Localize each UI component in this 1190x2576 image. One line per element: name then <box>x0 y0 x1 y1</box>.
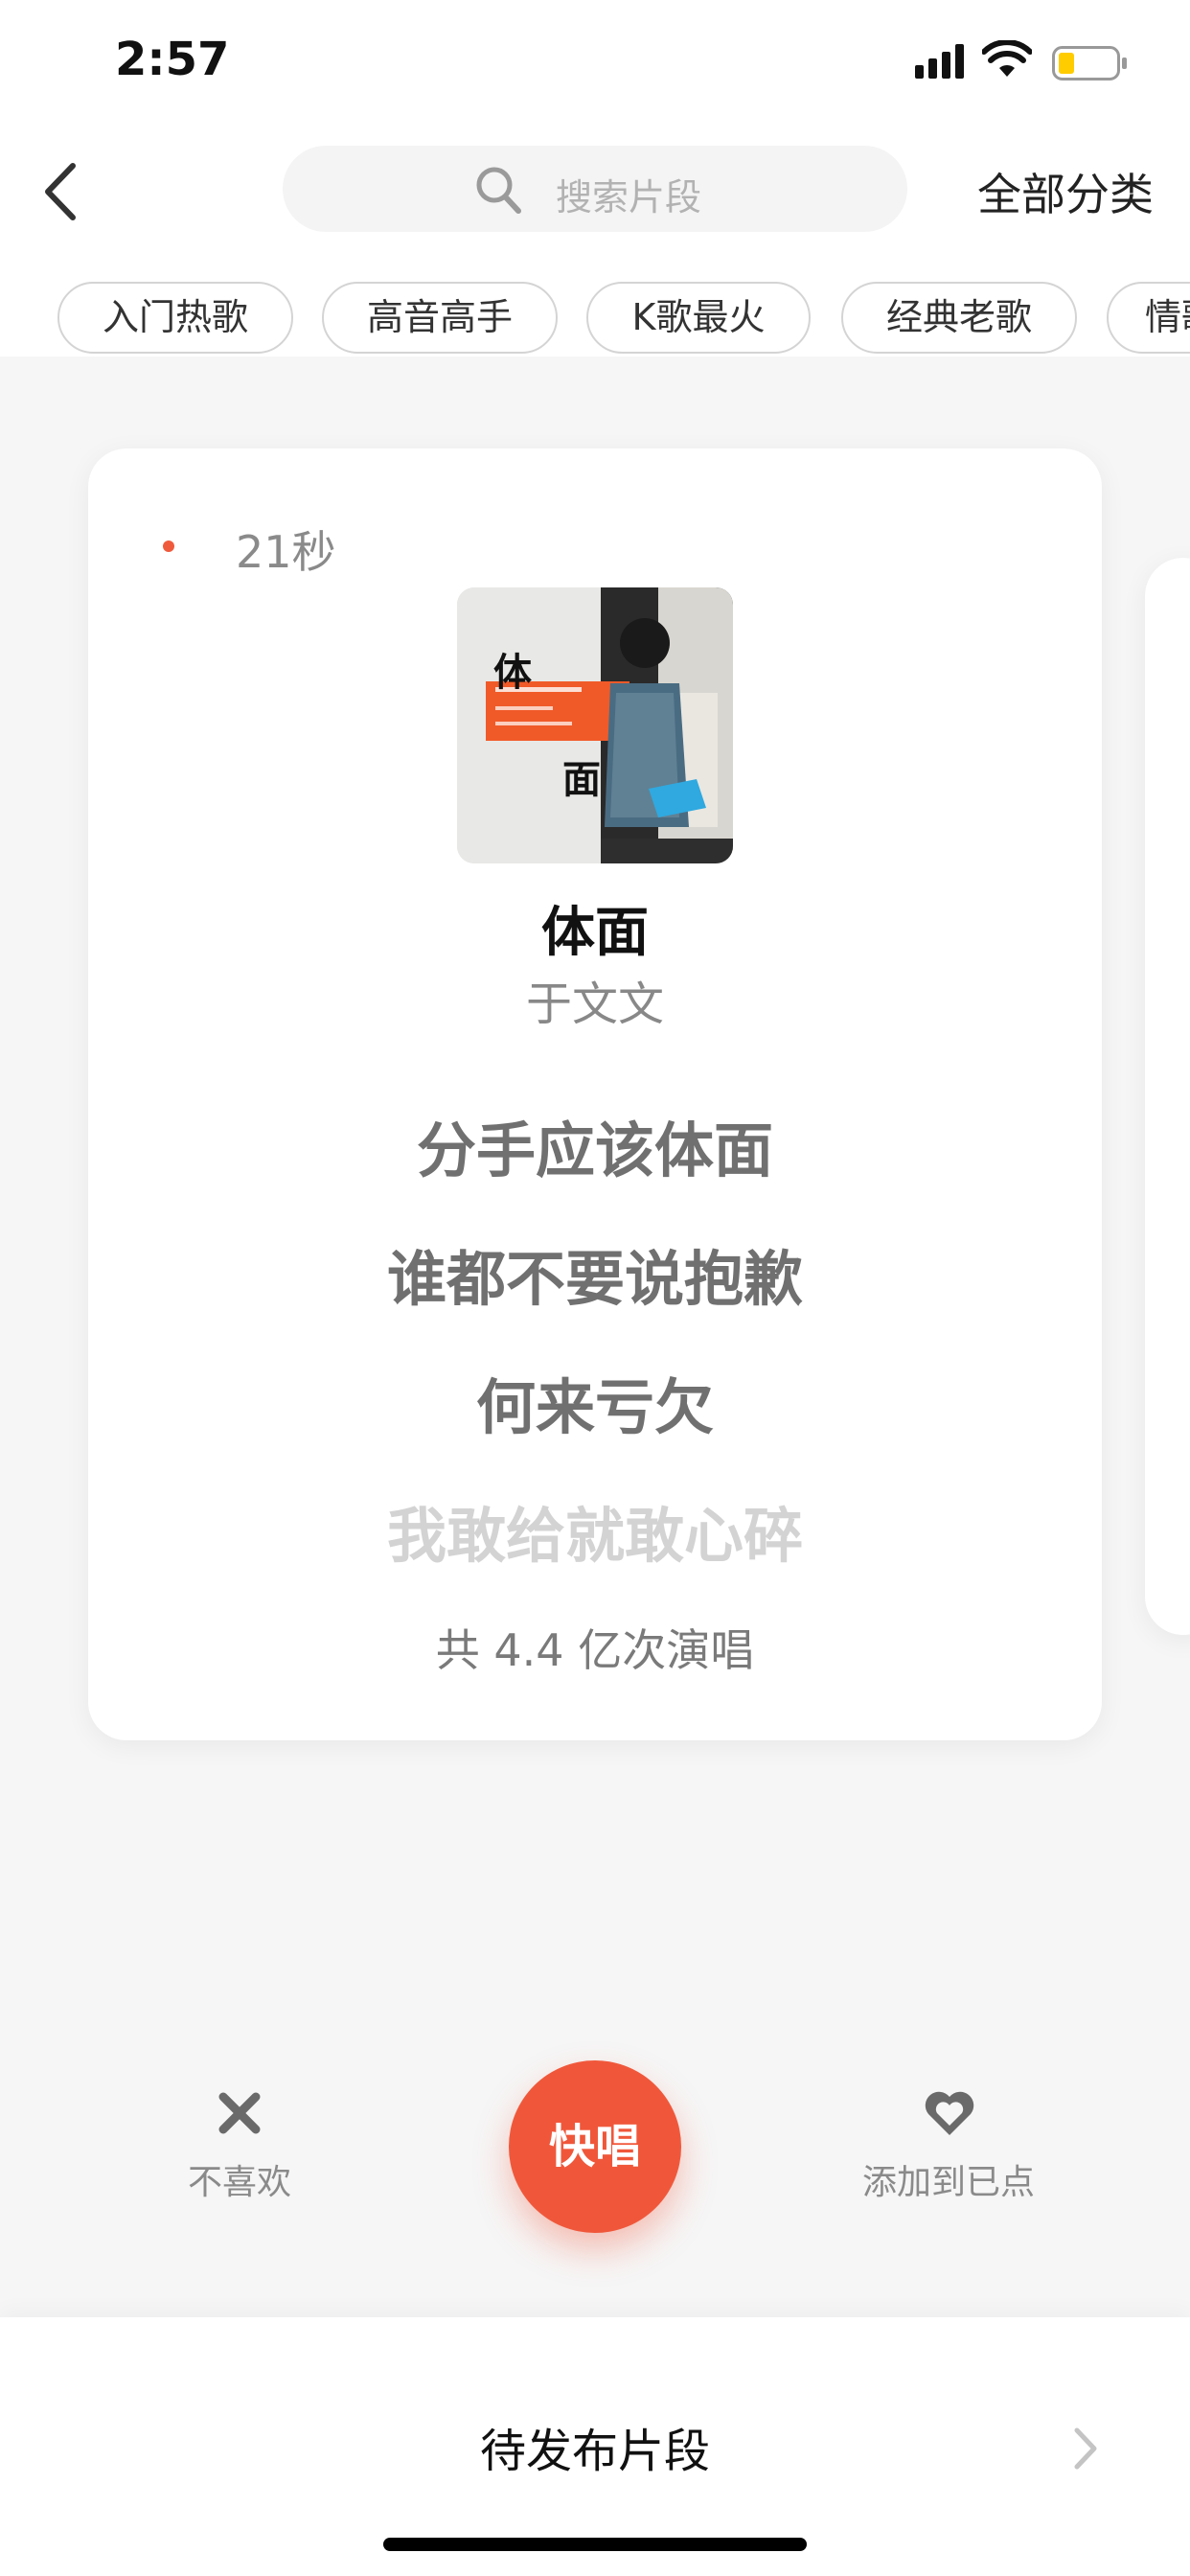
chip-item[interactable]: 情歌 <box>1107 282 1190 354</box>
song-card[interactable]: 21秒 体 面 体面 于文文 分手应该体面 谁都不要说抱歉 何来亏欠 我敢给就敢… <box>88 448 1102 1740</box>
top-nav: 搜索片段 全部分类 <box>0 129 1190 249</box>
search-placeholder: 搜索片段 <box>556 176 702 218</box>
cover-title-char: 体 <box>493 651 532 695</box>
quick-sing-button[interactable]: 快唱 <box>509 2060 681 2233</box>
add-to-queue-button[interactable]: 添加到已点 <box>843 2089 1054 2204</box>
wifi-icon <box>982 40 1032 77</box>
chip-item[interactable]: 入门热歌 <box>57 282 293 354</box>
category-chips: 入门热歌 高音高手 K歌最火 经典老歌 情歌 <box>0 249 1190 356</box>
search-icon <box>476 167 521 214</box>
status-bar: 2:57 <box>0 0 1190 129</box>
lyric-line: 何来亏欠 <box>475 1372 714 1442</box>
dislike-button[interactable]: 不喜欢 <box>172 2089 307 2204</box>
search-input[interactable]: 搜索片段 <box>283 146 907 232</box>
status-time: 2:57 <box>115 33 230 86</box>
chip-item[interactable]: K歌最火 <box>586 282 811 354</box>
heart-icon <box>925 2091 974 2135</box>
dislike-label: 不喜欢 <box>187 2163 291 2202</box>
back-arrow-icon[interactable] <box>38 158 86 225</box>
battery-icon <box>1052 46 1127 80</box>
chevron-right-icon <box>1074 2427 1097 2470</box>
cellular-signal-icon <box>915 44 964 79</box>
add-to-queue-label: 添加到已点 <box>861 2163 1035 2202</box>
cover-title-char: 面 <box>562 758 601 802</box>
pending-clips-label: 待发布片段 <box>479 2425 710 2478</box>
chip-item[interactable]: 经典老歌 <box>841 282 1077 354</box>
lyric-line: 我敢给就敢心碎 <box>386 1501 803 1571</box>
close-icon <box>218 2092 261 2134</box>
home-indicator <box>383 2538 807 2551</box>
all-categories-button[interactable]: 全部分类 <box>977 160 1154 223</box>
album-cover: 体 面 <box>457 587 733 863</box>
play-count: 共 4.4 亿次演唱 <box>435 1624 755 1676</box>
clip-duration: 21秒 <box>236 526 336 578</box>
recording-dot <box>163 540 174 552</box>
song-title: 体面 <box>541 902 649 964</box>
lyric-line: 分手应该体面 <box>416 1116 773 1185</box>
next-song-card[interactable] <box>1145 558 1190 1635</box>
lyric-line: 谁都不要说抱歉 <box>386 1244 803 1314</box>
chip-item[interactable]: 高音高手 <box>322 282 558 354</box>
song-artist: 于文文 <box>525 978 664 1031</box>
album-cover-image <box>457 587 733 863</box>
